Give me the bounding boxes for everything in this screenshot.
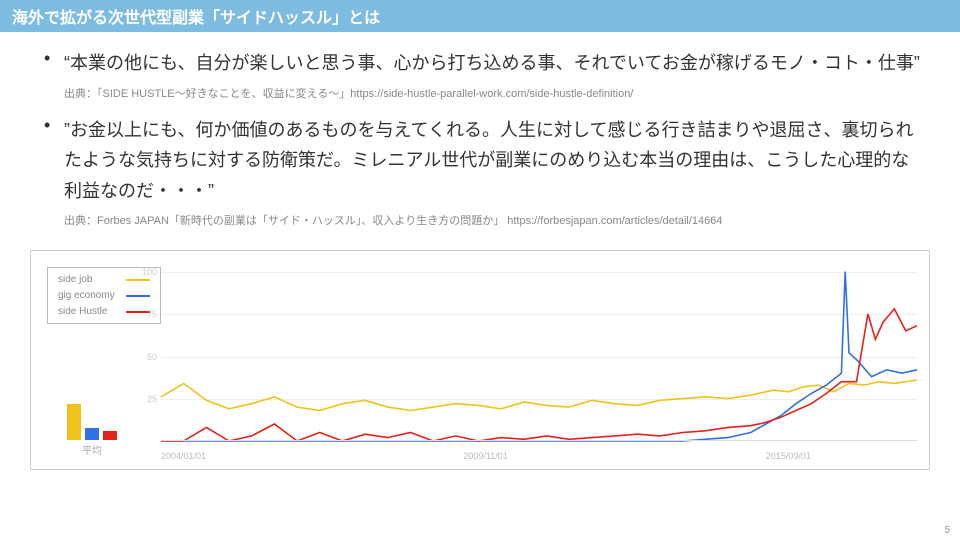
x-tick-label: 2015/09/01 [766,451,811,461]
legend-entry: side Hustle [58,306,150,317]
legend-label: gig economy [58,290,122,301]
bullet-list: “本業の他にも、自分が楽しいと思う事、心から打ち込める事、それでいてお金が稼げる… [40,48,920,228]
x-tick-label: 2009/11/01 [463,451,507,461]
x-axis [161,440,917,441]
legend-entry: side job [58,274,150,285]
slide-body: “本業の他にも、自分が楽しいと思う事、心から打ち込める事、それでいてお金が稼げる… [0,32,960,250]
legend-entry: gig economy [58,290,150,301]
avg-bars [47,398,137,440]
avg-bars-block: 平均 [47,398,137,457]
y-tick-label: 75 [147,309,157,319]
avg-label: 平均 [47,442,137,457]
plot-area: 255075100 2004/01/012009/11/012015/09/01 [161,263,917,441]
bullet-item: “本業の他にも、自分が楽しいと思う事、心から打ち込める事、それでいてお金が稼げる… [40,48,920,101]
series-line [161,272,917,442]
quote-text: “本業の他にも、自分が楽しいと思う事、心から打ち込める事、それでいてお金が稼げる… [64,48,920,79]
y-tick-label: 50 [147,352,157,362]
legend-label: side job [58,274,122,285]
page-number: 5 [944,525,950,536]
series-line [161,309,917,441]
bullet-item: ”お金以上にも、何か価値のあるものを与えてくれる。人生に対して感じる行き詰まりや… [40,115,920,229]
x-tick-label: 2004/01/01 [161,451,206,461]
avg-bar-side-job [67,404,81,440]
avg-bar-gig-economy [85,428,99,440]
quote-source: 出典：Forbes JAPAN「新時代の副業は「サイド・ハッスル」、収入より生き… [64,212,920,228]
series-line [161,380,917,411]
y-tick-label: 100 [142,267,157,277]
trends-chart: side job gig economy side Hustle 平均 2550… [30,250,930,470]
slide-title: 海外で拡がる次世代型副業「サイドハッスル」とは [0,0,960,32]
legend-swatch [126,295,150,297]
legend-swatch [126,279,150,281]
avg-bar-side-hustle [103,431,117,441]
chart-lines [161,263,917,441]
quote-source: 出典：「SIDE HUSTLE～好きなことを、収益に変える～」https://s… [64,85,920,101]
y-tick-label: 25 [147,394,157,404]
legend-label: side Hustle [58,306,122,317]
quote-text: ”お金以上にも、何か価値のあるものを与えてくれる。人生に対して感じる行き詰まりや… [64,115,920,207]
